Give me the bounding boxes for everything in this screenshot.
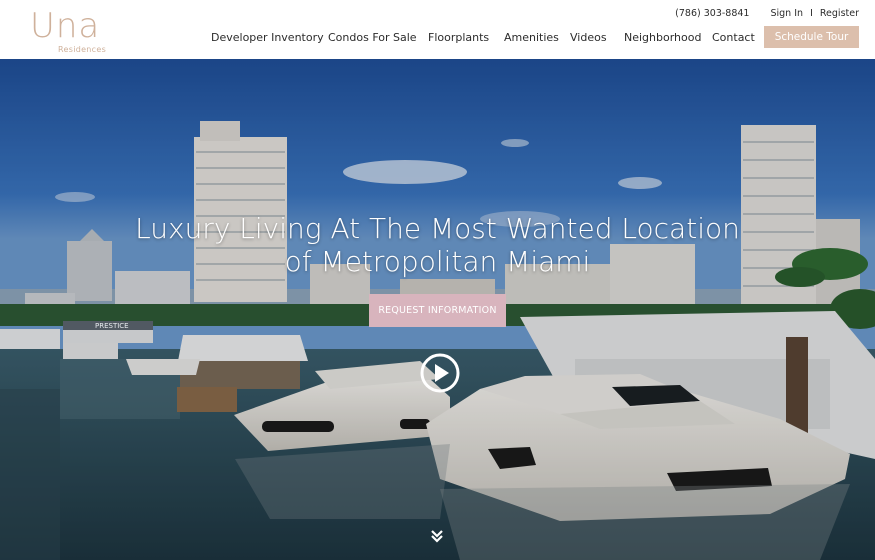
- logo-subtext: Residences: [58, 45, 107, 54]
- nav-amenities[interactable]: Amenities: [504, 31, 559, 44]
- hero-title-line2: of Metropolitan Miami: [284, 245, 591, 278]
- register-link[interactable]: Register: [820, 8, 859, 19]
- phone-number[interactable]: (786) 303-8841: [675, 8, 749, 19]
- sign-in-link[interactable]: Sign In: [770, 8, 803, 19]
- double-chevron-down-icon[interactable]: [429, 528, 445, 544]
- nav-floorplants[interactable]: Floorplants: [428, 31, 489, 44]
- hero-section: PRESTICE Luxury Living At The Most Wante…: [0, 59, 875, 560]
- request-information-button[interactable]: REQUEST INFORMATION: [369, 294, 506, 327]
- hero-title-line1: Luxury Living At The Most Wanted Locatio…: [135, 212, 740, 245]
- site-header: Una Residences (786) 303-8841 Sign In I …: [0, 0, 875, 59]
- una-logo[interactable]: Una Residences: [30, 6, 130, 54]
- logo-wordmark: Una: [30, 6, 101, 46]
- schedule-tour-button[interactable]: Schedule Tour: [764, 26, 859, 48]
- nav-contact[interactable]: Contact: [712, 31, 755, 44]
- nav-neighborhood[interactable]: Neighborhood: [624, 31, 701, 44]
- nav-videos[interactable]: Videos: [570, 31, 607, 44]
- play-icon[interactable]: [420, 353, 460, 393]
- nav-developer-inventory[interactable]: Developer Inventory: [211, 31, 324, 44]
- nav-condos-for-sale[interactable]: Condos For Sale: [328, 31, 417, 44]
- utility-bar: (786) 303-8841 Sign In I Register: [675, 6, 859, 20]
- prestige-sign: PRESTICE: [95, 322, 129, 330]
- utility-separator: I: [810, 7, 813, 19]
